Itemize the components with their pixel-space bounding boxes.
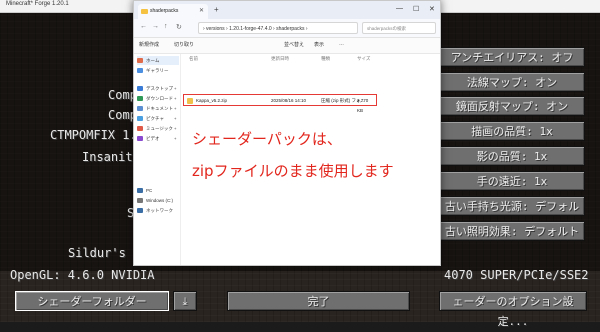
sidebar-item-desktop[interactable]: デスクトップ ✦ (137, 84, 179, 93)
minecraft-window-title: Minecraft* Forge 1.20.1 (6, 1, 69, 7)
gpu-info: 4070 SUPER/PCIe/SSE2 (444, 268, 589, 282)
shader-options-button[interactable]: ェーダーのオプション設定... (439, 291, 587, 328)
desktop-icon (137, 86, 143, 92)
up-icon[interactable]: ↑ (164, 23, 168, 30)
tab-title: shaderpacks (150, 8, 179, 14)
network-icon (137, 208, 143, 214)
normal-map-button[interactable]: 法線マップ: オン (439, 72, 585, 92)
pc-icon (137, 188, 143, 194)
column-size[interactable]: サイズ (357, 56, 370, 62)
download-icon: ⤓ (182, 295, 188, 308)
explorer-tab-bar: shaderpacks ✕ + — ☐ ✕ (134, 1, 440, 19)
info-line-3: CTMPOMFIX 1.8 (50, 128, 144, 142)
sidebar-item-videos[interactable]: ビデオ ✦ (137, 134, 179, 143)
annotation-line-1: シェーダーパックは、 (192, 130, 342, 148)
close-tab-icon[interactable]: ✕ (199, 4, 204, 19)
specular-map-button[interactable]: 鏡面反射マップ: オン (439, 96, 585, 116)
sort-button[interactable]: 並べ替え (284, 41, 304, 48)
sidebar-item-c-drive[interactable]: Windows (C:) (137, 196, 179, 205)
column-date[interactable]: 更新日時 (271, 56, 289, 62)
done-button[interactable]: 完了 (227, 291, 410, 311)
address-bar-row: ← → ↑ ↻ › versions › 1.20.1-forge-47.4.0… (134, 19, 440, 38)
home-icon (137, 58, 143, 64)
refresh-icon[interactable]: ↻ (176, 23, 182, 31)
cut-icon[interactable]: 切り取り (174, 41, 194, 48)
sidebar-item-home[interactable]: ホーム (137, 56, 179, 65)
shadow-quality-button[interactable]: 影の品質: 1x (439, 146, 585, 166)
column-type[interactable]: 種類 (321, 56, 330, 62)
sidebar-item-documents[interactable]: ドキュメント ✦ (137, 104, 179, 113)
more-button[interactable]: … (339, 41, 344, 47)
gallery-icon (137, 68, 143, 74)
maximize-icon[interactable]: ☐ (413, 5, 419, 13)
close-window-icon[interactable]: ✕ (429, 5, 435, 13)
shader-folder-button[interactable]: シェーダーフォルダー (15, 291, 169, 311)
sidebar-item-downloads[interactable]: ダウンロード ✦ (137, 94, 179, 103)
music-icon (137, 126, 143, 132)
explorer-sidebar: ホーム ギャラリー デスクトップ ✦ ダウンロード ✦ ドキュメント ✦ ピクチャ ✦ … (134, 54, 181, 265)
document-icon (137, 106, 143, 112)
info-line-4: Insanity (82, 150, 140, 164)
folder-icon (141, 9, 148, 14)
sidebar-item-music[interactable]: ミュージック ✦ (137, 124, 179, 133)
tab-shaderpacks[interactable]: shaderpacks ✕ (138, 4, 208, 19)
download-icon (137, 96, 143, 102)
forward-icon[interactable]: → (152, 23, 159, 30)
highlight-box (183, 94, 377, 106)
explorer-toolbar: 新規作成 切り取り 並べ替え 表示 … (134, 38, 440, 54)
old-hand-light-button[interactable]: 古い手持ち光源: デフォルト (439, 196, 585, 233)
new-tab-icon[interactable]: + (214, 5, 219, 14)
annotation-line-2: zipファイルのまま使用します (192, 162, 394, 180)
sidebar-item-network[interactable]: ネットワーク (137, 206, 179, 215)
drive-icon (137, 198, 143, 204)
sidebar-item-pc[interactable]: PC (137, 186, 179, 195)
antialiasing-button[interactable]: アンチエイリアス: オフ (439, 47, 585, 67)
minimize-icon[interactable]: — (396, 5, 403, 12)
video-icon (137, 136, 143, 142)
picture-icon (137, 116, 143, 122)
new-button[interactable]: 新規作成 (139, 41, 159, 48)
address-bar[interactable]: › versions › 1.20.1-forge-47.4.0 › shade… (198, 22, 358, 34)
render-quality-button[interactable]: 描画の品質: 1x (439, 121, 585, 141)
view-button[interactable]: 表示 (314, 41, 324, 48)
column-name[interactable]: 名前 (189, 56, 198, 62)
back-icon[interactable]: ← (140, 23, 147, 30)
hand-depth-button[interactable]: 手の遠近: 1x (439, 171, 585, 191)
old-lighting-button[interactable]: 古い照明効果: デフォルト (439, 221, 585, 241)
download-button[interactable]: ⤓ (173, 291, 197, 311)
sidebar-item-gallery[interactable]: ギャラリー (137, 66, 179, 75)
search-input[interactable]: shaderpacksの検索 (362, 22, 436, 34)
opengl-info: OpenGL: 4.6.0 NVIDIA (10, 268, 155, 282)
sidebar-item-pictures[interactable]: ピクチャ ✦ (137, 114, 179, 123)
